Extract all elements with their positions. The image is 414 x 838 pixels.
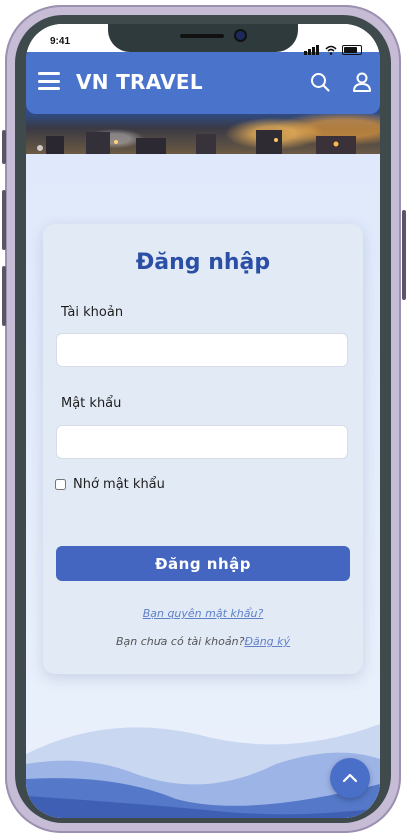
user-icon[interactable] xyxy=(351,71,373,93)
remember-me[interactable]: Nhớ mật khẩu xyxy=(55,477,165,492)
power-button xyxy=(402,210,406,300)
battery-icon xyxy=(342,45,362,55)
signup-link[interactable]: Đăng ký xyxy=(244,635,290,648)
status-time: 9:41 xyxy=(50,36,71,47)
signal-icon xyxy=(304,36,320,55)
status-icons xyxy=(304,36,362,55)
speaker-grille xyxy=(180,34,224,38)
password-label: Mật khẩu xyxy=(61,396,122,411)
login-card: Đăng nhập Tài khoản Mật khẩu Nhớ mật khẩ… xyxy=(43,224,363,674)
wifi-icon xyxy=(325,45,337,55)
scroll-to-top-button[interactable] xyxy=(330,758,370,798)
top-navbar: VN TRAVEL xyxy=(26,52,380,114)
password-input[interactable] xyxy=(56,425,348,459)
signup-prompt: Bạn chưa có tài khoản?Đăng ký xyxy=(43,635,363,648)
mute-switch xyxy=(2,266,6,326)
search-icon[interactable] xyxy=(309,71,331,93)
remember-label: Nhớ mật khẩu xyxy=(73,477,165,492)
volume-up-button xyxy=(2,130,6,164)
username-input[interactable] xyxy=(56,333,348,367)
hamburger-icon[interactable] xyxy=(38,72,60,90)
remember-checkbox[interactable] xyxy=(55,479,66,490)
chevron-up-icon xyxy=(342,773,358,783)
forgot-password-link[interactable]: Bạn quyên mật khẩu? xyxy=(43,607,363,620)
login-title: Đăng nhập xyxy=(135,250,271,275)
username-label: Tài khoản xyxy=(61,305,124,320)
phone-screen: 9:41 VN TRAVEL Đăng nhập Tài khoản Mật k… xyxy=(26,24,380,818)
notch xyxy=(108,24,298,52)
login-button[interactable]: Đăng nhập xyxy=(56,546,350,581)
brand-logo-text[interactable]: VN TRAVEL xyxy=(76,70,203,94)
no-account-text: Bạn chưa có tài khoản? xyxy=(115,635,245,648)
volume-down-button xyxy=(2,190,6,250)
front-camera xyxy=(236,31,245,40)
footer-waves-decoration xyxy=(26,724,380,818)
